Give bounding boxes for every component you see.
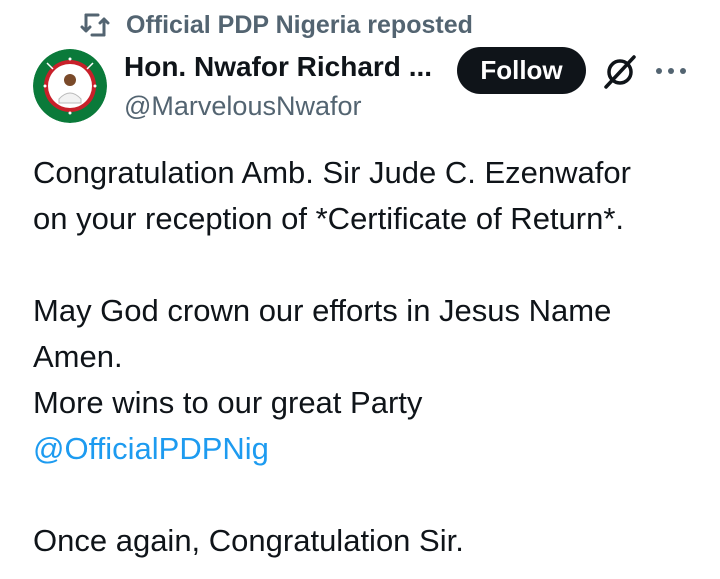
- follow-button[interactable]: Follow: [457, 47, 586, 94]
- repost-header[interactable]: Official PDP Nigeria reposted: [80, 8, 473, 42]
- tweet-line: Congratulation Amb. Sir Jude C. Ezenwafo…: [33, 155, 631, 190]
- avatar-image: [33, 49, 107, 123]
- tweet-line: More wins to our great Party: [33, 385, 423, 420]
- tweet-line: Once again, Congratulation Sir.: [33, 523, 464, 558]
- tweet-text: Congratulation Amb. Sir Jude C. Ezenwafo…: [33, 150, 703, 564]
- more-options-icon[interactable]: [654, 60, 688, 82]
- tweet-line: May God crown our efforts in Jesus Name: [33, 293, 612, 328]
- mention-link[interactable]: @OfficialPDPNig: [33, 431, 269, 466]
- repost-text[interactable]: Official PDP Nigeria reposted: [126, 11, 473, 40]
- tweet-line: on your reception of *Certificate of Ret…: [33, 201, 625, 236]
- author-handle[interactable]: @MarvelousNwafor: [124, 88, 432, 124]
- repost-icon: [80, 13, 110, 37]
- grok-icon[interactable]: [601, 53, 639, 91]
- author-name[interactable]: Hon. Nwafor Richard ...: [124, 48, 432, 86]
- author-block[interactable]: Hon. Nwafor Richard ... @MarvelousNwafor: [124, 48, 432, 124]
- tweet-line: Amen.: [33, 339, 123, 374]
- avatar[interactable]: [33, 49, 107, 123]
